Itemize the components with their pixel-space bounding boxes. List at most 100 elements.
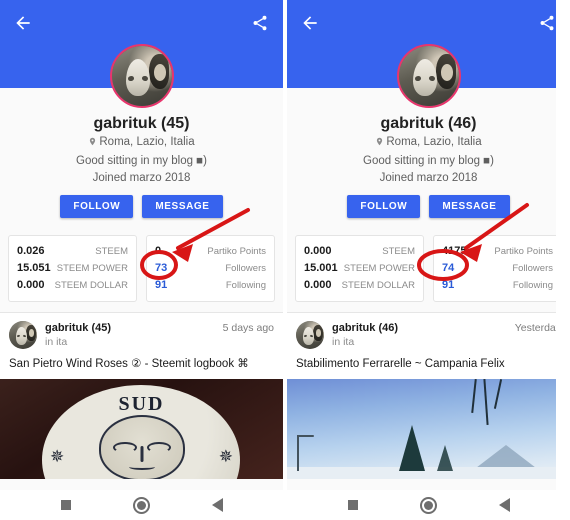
post-author-name[interactable]: gabrituk (45) <box>45 321 223 335</box>
profile-actions: FOLLOW MESSAGE <box>287 195 570 218</box>
triangle-back-icon[interactable] <box>498 498 510 512</box>
post-timestamp: 5 days ago <box>222 322 274 334</box>
profile-bio: Good sitting in my blog ■) <box>76 155 207 167</box>
back-button[interactable] <box>297 10 323 36</box>
post-author-avatar[interactable] <box>296 321 324 349</box>
back-button[interactable] <box>10 10 36 36</box>
share-icon <box>540 15 554 31</box>
stat-row: 15.001 STEEM POWER <box>304 260 415 277</box>
post-image-sud: SUD ✵ ✵ <box>0 379 283 479</box>
message-button[interactable]: MESSAGE <box>429 195 510 218</box>
stat-value: 15.001 <box>304 262 338 274</box>
post-item[interactable]: gabrituk (46) in ita Yesterday Stabilime… <box>287 313 570 479</box>
post-thumbnail[interactable]: SUD ✵ ✵ <box>0 379 283 479</box>
profile-location-text: Roma, Lazio, Italia <box>99 136 195 148</box>
stat-row: 74 Followers <box>442 260 553 277</box>
stat-row: 73 Followers <box>155 260 266 277</box>
follow-button[interactable]: FOLLOW <box>60 195 134 218</box>
stat-label: Partiko Points <box>207 246 266 257</box>
stat-row: 15.051 STEEM POWER <box>17 260 128 277</box>
right-margin <box>556 0 570 520</box>
android-nav-bar <box>287 490 570 520</box>
android-nav-bar <box>0 490 283 520</box>
stat-row: 0.000 STEEM <box>304 243 415 260</box>
share-icon <box>253 15 267 31</box>
share-button[interactable] <box>247 10 273 36</box>
stat-label: STEEM <box>382 246 415 257</box>
wallet-card[interactable]: 0.000 STEEM 15.001 STEEM POWER 0.000 STEEM … <box>295 235 424 302</box>
profile-name: gabrituk (46) <box>380 115 477 132</box>
stat-value: 0.000 <box>17 279 45 291</box>
stat-label: STEEM POWER <box>343 263 415 274</box>
arrow-back-icon <box>303 16 317 30</box>
post-timestamp: Yesterday <box>514 322 561 334</box>
stat-value: 15.051 <box>17 262 51 274</box>
avatar-image <box>111 46 172 106</box>
avatar[interactable] <box>109 44 174 108</box>
stat-row: 0 Partiko Points <box>155 243 266 260</box>
post-thumbnail[interactable] <box>287 379 570 479</box>
square-recents-icon[interactable] <box>60 500 71 510</box>
follow-button[interactable]: FOLLOW <box>347 195 421 218</box>
profile-location-text: Roma, Lazio, Italia <box>386 136 482 148</box>
following-value[interactable]: 91 <box>155 277 167 294</box>
avatar[interactable] <box>396 44 461 108</box>
social-card[interactable]: 0 Partiko Points 73 Followers 91 Following <box>146 235 275 302</box>
stat-row: 91 Following <box>155 277 266 294</box>
following-value[interactable]: 91 <box>442 277 454 294</box>
stats-cards: 0.026 STEEM 15.051 STEEM POWER 0.000 STEEM … <box>0 224 283 312</box>
profile-header: gabrituk (46) Roma, Lazio, Italia Good s… <box>287 44 570 224</box>
stat-row: 4175 Partiko Points <box>442 243 553 260</box>
post-category[interactable]: in ita <box>332 335 515 350</box>
post-title[interactable]: San Pietro Wind Roses ② - Steemit logboo… <box>9 350 274 379</box>
followers-value[interactable]: 73 <box>155 260 167 277</box>
post-author-name[interactable]: gabrituk (46) <box>332 321 515 335</box>
stat-value: 0.026 <box>17 245 45 257</box>
post-author-avatar[interactable] <box>9 321 37 349</box>
partiko-points-value: 0 <box>155 245 162 257</box>
social-card[interactable]: 4175 Partiko Points 74 Followers 91 Followi… <box>433 235 562 302</box>
stat-row: 0.000 STEEM DOLLAR <box>17 277 128 294</box>
circle-home-icon[interactable] <box>419 496 437 514</box>
circle-home-icon[interactable] <box>132 496 150 514</box>
stat-row: 91 Following <box>442 277 553 294</box>
square-recents-icon[interactable] <box>347 500 358 510</box>
profile-actions: FOLLOW MESSAGE <box>0 195 283 218</box>
stat-label: STEEM DOLLAR <box>54 280 128 291</box>
phone-panel-after: gabrituk (46) Roma, Lazio, Italia Good s… <box>287 0 570 520</box>
stat-label: Following <box>225 280 266 291</box>
followers-value[interactable]: 74 <box>442 260 454 277</box>
profile-joined: Joined marzo 2018 <box>379 172 478 184</box>
profile-location: Roma, Lazio, Italia <box>287 134 570 153</box>
stat-label: Partiko Points <box>494 246 553 257</box>
stat-label: STEEM <box>95 246 128 257</box>
arrow-back-icon <box>16 16 30 30</box>
stat-row: 0.026 STEEM <box>17 243 128 260</box>
stat-label: Followers <box>225 263 266 274</box>
profile-header: gabrituk (45) Roma, Lazio, Italia Good s… <box>0 44 283 224</box>
profile-bio: Good sitting in my blog ■) <box>363 155 494 167</box>
stat-label: STEEM DOLLAR <box>341 280 415 291</box>
post-category[interactable]: in ita <box>45 335 223 350</box>
phone-panel-before: gabrituk (45) Roma, Lazio, Italia Good s… <box>0 0 283 520</box>
post-title[interactable]: Stabilimento Ferrarelle ~ Campania Felix <box>296 350 561 379</box>
avatar-image <box>398 46 459 106</box>
stat-row: 0.000 STEEM DOLLAR <box>304 277 415 294</box>
location-pin-icon <box>375 136 384 153</box>
post-image-landscape <box>287 379 570 479</box>
stat-value: 0.000 <box>304 245 332 257</box>
stat-label: STEEM POWER <box>56 263 128 274</box>
stat-value: 0.000 <box>304 279 332 291</box>
profile-joined: Joined marzo 2018 <box>92 172 191 184</box>
profile-location: Roma, Lazio, Italia <box>0 134 283 153</box>
wallet-card[interactable]: 0.026 STEEM 15.051 STEEM POWER 0.000 STEEM … <box>8 235 137 302</box>
message-button[interactable]: MESSAGE <box>142 195 223 218</box>
profile-name: gabrituk (45) <box>93 115 190 132</box>
triangle-back-icon[interactable] <box>211 498 223 512</box>
partiko-points-value: 4175 <box>442 245 467 257</box>
stat-label: Following <box>512 280 553 291</box>
stat-label: Followers <box>512 263 553 274</box>
comparison-screenshot: gabrituk (45) Roma, Lazio, Italia Good s… <box>0 0 570 520</box>
post-item[interactable]: gabrituk (45) in ita 5 days ago San Piet… <box>0 313 283 479</box>
post-header: gabrituk (45) in ita 5 days ago <box>9 321 274 350</box>
